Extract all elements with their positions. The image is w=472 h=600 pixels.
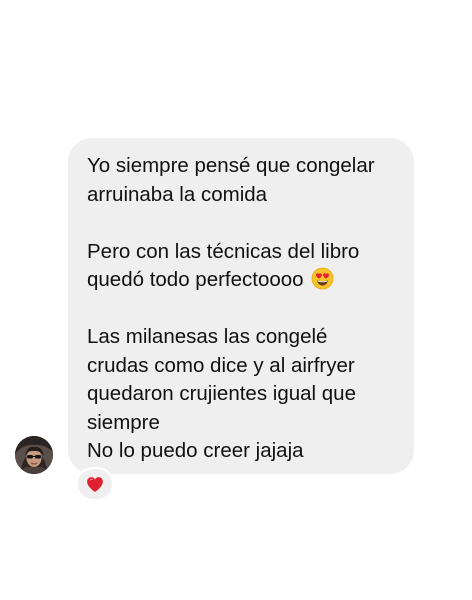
message-bubble[interactable]: Yo siempre pensé que congelar arruinaba … — [68, 138, 414, 474]
message-line: Yo siempre pensé que congelar — [87, 154, 375, 177]
sender-avatar[interactable] — [15, 436, 53, 474]
heart-eyes-face-icon — [311, 267, 334, 290]
heart-reaction[interactable] — [76, 467, 114, 501]
message-line-text: quedó todo perfectoooo — [87, 268, 304, 291]
message-line: quedaron crujientes igual que — [87, 382, 356, 405]
conversation-thread: Yo siempre pensé que congelar arruinaba … — [0, 0, 472, 600]
message-line: Pero con las técnicas del libro — [87, 239, 360, 263]
message-line: arruinaba la comida — [87, 182, 268, 206]
message-line: Las milanesas las congelé — [87, 325, 328, 348]
message-line: siempre — [87, 410, 160, 434]
red-heart-icon — [87, 476, 103, 492]
message-line: crudas como dice y al airfryer — [87, 353, 355, 377]
avatar-photo — [15, 436, 53, 474]
message-line: No lo puedo creer jajaja — [87, 439, 304, 462]
message-line-with-emoji: quedó todo perfectoooo — [87, 266, 404, 295]
